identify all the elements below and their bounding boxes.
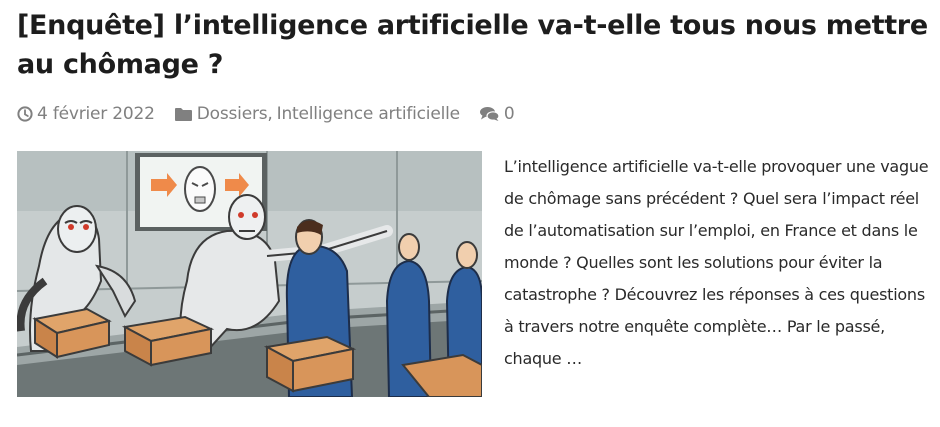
post-meta: 4 février 2022 Dossiers, Intelligence ar… (17, 104, 515, 124)
category-separator: , (267, 104, 273, 124)
post-comments-count: 0 (503, 104, 515, 124)
post-card: [Enquête] l’intelligence artificielle va… (17, 6, 929, 397)
post-title: [Enquête] l’intelligence artificielle va… (17, 6, 929, 84)
clock-icon (17, 106, 33, 122)
post-date: 4 février 2022 (17, 104, 155, 124)
comments-icon (479, 106, 500, 122)
category-link-intelligence-artificielle[interactable]: Intelligence artificielle (277, 104, 460, 124)
post-excerpt: L’intelligence artificielle va-t-elle pr… (504, 157, 929, 368)
post-categories: Dossiers, Intelligence artificielle (174, 104, 460, 124)
category-link-dossiers[interactable]: Dossiers (197, 104, 268, 124)
folder-icon (174, 106, 193, 122)
post-comments-link[interactable]: 0 (479, 104, 515, 124)
post-title-link[interactable]: [Enquête] l’intelligence artificielle va… (17, 10, 928, 80)
post-date-text: 4 février 2022 (37, 104, 155, 124)
robots-workers-illustration (17, 151, 482, 397)
post-thumbnail[interactable] (17, 151, 482, 397)
